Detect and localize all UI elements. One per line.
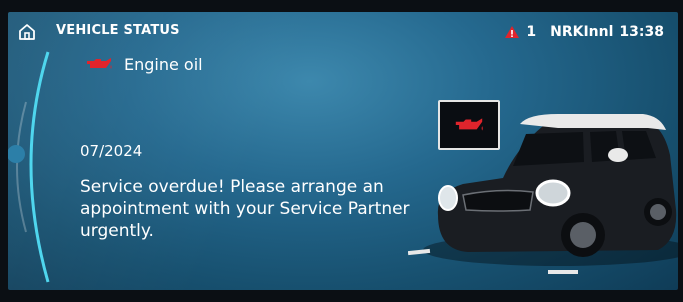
vehicle-status-screen: VEHICLE STATUS 1 NRKInnl 13:38 Engine oi…	[8, 12, 678, 290]
home-icon	[19, 24, 35, 40]
status-area: 1 NRKInnl 13:38	[504, 22, 664, 42]
warning-count: 1	[526, 24, 537, 40]
page-title: VEHICLE STATUS	[56, 23, 180, 38]
item-label: Engine oil	[124, 54, 203, 74]
top-bar: VEHICLE STATUS 1 NRKInnl 13:38	[8, 12, 678, 52]
scroll-arc[interactable]	[8, 42, 68, 290]
status-item[interactable]: Engine oil	[84, 54, 203, 74]
station-name: NRKInnl	[550, 24, 614, 40]
service-date: 07/2024	[80, 142, 143, 160]
scroll-indicator	[8, 145, 25, 163]
car-warning-callout	[438, 100, 500, 150]
clock: 13:38	[619, 24, 664, 40]
service-message: Service overdue! Please arrange an appoi…	[80, 177, 410, 241]
home-button[interactable]	[16, 21, 38, 43]
engine-oil-icon	[87, 58, 112, 69]
engine-oil-icon	[455, 118, 483, 131]
warning-triangle-icon	[505, 26, 520, 38]
